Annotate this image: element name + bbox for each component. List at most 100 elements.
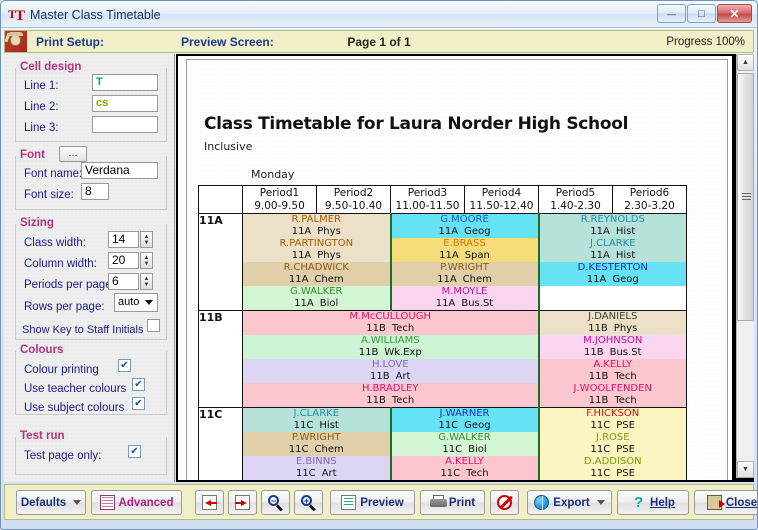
font-name-input[interactable]: Verdana xyxy=(81,162,158,179)
lesson-cell: J.WARNER 11C Geog xyxy=(391,408,538,432)
lesson-block: G.MOORE 11A Geog E.BRASS 11A Span P.WRIGHT 11A C… xyxy=(389,213,539,311)
period-time: 9.00-9.50 xyxy=(254,199,305,212)
defaults-button[interactable]: Defaults xyxy=(16,490,86,515)
class-width-stepper[interactable]: ▲ ▼ xyxy=(140,231,153,248)
font-browse-button[interactable]: ... xyxy=(59,146,87,162)
test-page-only-label: Test page only: xyxy=(24,450,102,462)
close-window-button[interactable]: ✕ xyxy=(717,4,752,23)
lesson-cell: E.BINNS 11C Art xyxy=(243,456,390,480)
previous-page-button[interactable] xyxy=(195,490,224,515)
periods-per-page-stepper[interactable]: ▲ ▼ xyxy=(140,273,153,290)
class-subject: 11B Tech xyxy=(366,322,415,334)
lesson-block: J.DANIELS 11B Phys M.JOHNSON 11B Bus.St A.KELL… xyxy=(537,310,687,408)
subject-name: Geog xyxy=(612,273,639,285)
lesson-cell: R.PALMER 11A Phys xyxy=(243,214,390,238)
subject-name: Tech xyxy=(466,467,489,479)
close-label: Close xyxy=(725,496,758,509)
line1-input[interactable]: T xyxy=(92,74,158,91)
cancel-button[interactable] xyxy=(490,490,519,515)
lesson-cell: G.WALKER 11C Biol xyxy=(391,432,538,456)
teacher-name: E.BRASS xyxy=(443,238,486,249)
subject-name: Phys xyxy=(317,225,341,237)
scrollbar-thumb[interactable] xyxy=(737,73,754,321)
page-title: Class Timetable for Laura Norder High Sc… xyxy=(204,114,629,134)
table-row: 11C J.CLARKE 11C Hist P.WRIGHT 11C Chem E.BINNS… xyxy=(198,407,687,480)
zoom-out-button[interactable]: − xyxy=(261,490,290,515)
header-bar: Print Setup: Preview Screen: Page 1 of 1… xyxy=(4,30,754,53)
subject-name: Phys xyxy=(613,322,638,334)
preview-viewport[interactable]: Class Timetable for Laura Norder High Sc… xyxy=(178,56,732,480)
use-teacher-colours-checkbox[interactable]: ✔ xyxy=(132,378,145,391)
subject-name: Hist xyxy=(615,249,636,261)
timetable-corner-cell xyxy=(198,185,243,214)
teacher-name: E.BINNS xyxy=(295,456,337,467)
minimize-button[interactable]: — xyxy=(657,4,686,23)
lesson-cell: M.MOYLE 11A Bus.St xyxy=(391,286,538,310)
scroll-down-button[interactable]: ▼ xyxy=(737,461,754,478)
lesson-cell: J.WOOLFENDEN 11B Tech xyxy=(539,383,686,407)
class-subject: 11B Art xyxy=(370,370,411,382)
arrow-left-icon xyxy=(202,495,217,510)
lesson-cell: M.McCULLOUGH 11B Tech xyxy=(243,311,538,335)
printer-icon xyxy=(429,495,447,510)
teacher-name: R.CHADWICK xyxy=(283,262,349,273)
line3-input[interactable] xyxy=(92,116,158,133)
rows-per-page-select[interactable]: auto xyxy=(114,293,158,312)
class-subject: 11A Hist xyxy=(590,249,636,261)
advanced-doc-icon xyxy=(99,495,115,510)
periods-per-page-input[interactable]: 6 xyxy=(108,273,139,290)
maximize-button[interactable]: □ xyxy=(687,4,716,23)
class-subject: 11B Tech xyxy=(588,394,637,406)
help-button[interactable]: ? Help xyxy=(617,490,689,515)
class-subject: 11A Geog xyxy=(438,225,491,237)
chevron-down-icon xyxy=(596,500,605,505)
scroll-up-button[interactable]: ▲ xyxy=(737,54,754,71)
advanced-button[interactable]: Advanced xyxy=(91,490,182,515)
column-width-stepper[interactable]: ▲ ▼ xyxy=(140,252,153,269)
show-key-label: Show Key to Staff Initials xyxy=(22,324,144,336)
class-subject: 11A Geog xyxy=(586,273,639,285)
print-button[interactable]: Print xyxy=(420,490,485,515)
teacher-name: R.PALMER xyxy=(291,214,341,225)
test-page-only-checkbox[interactable]: ✔ xyxy=(128,445,141,458)
question-mark-icon: ? xyxy=(633,494,644,511)
class-subject: 11C Hist xyxy=(293,419,339,431)
preview-button[interactable]: Preview xyxy=(330,490,415,515)
lesson-block: M.McCULLOUGH 11B Tech A.WILLIAMS 11B Wk.Exp H.… xyxy=(242,310,539,408)
next-page-button[interactable] xyxy=(228,490,257,515)
printed-page: Class Timetable for Laura Norder High Sc… xyxy=(186,59,728,480)
rows-per-page-value: auto xyxy=(118,296,140,308)
title-bar: TT Master Class Timetable — □ ✕ xyxy=(1,1,757,28)
colour-printing-checkbox[interactable]: ✔ xyxy=(118,359,131,372)
class-width-input[interactable]: 14 xyxy=(108,231,139,248)
close-button[interactable]: Close xyxy=(694,490,758,515)
chevron-down-icon xyxy=(73,500,82,505)
teacher-name: H.BRADLEY xyxy=(362,383,419,394)
font-name-label: Font name: xyxy=(24,168,83,180)
page-indicator: Page 1 of 1 xyxy=(347,34,411,49)
font-size-input[interactable]: 8 xyxy=(81,183,109,200)
teacher-name: G.MOORE xyxy=(440,214,489,225)
teacher-name: P.WRIGHT xyxy=(291,432,341,443)
colour-printing-label: Colour printing xyxy=(24,364,99,376)
tt-logo-icon: TT xyxy=(8,7,25,24)
period-time: 11.00-11.50 xyxy=(395,199,460,212)
class-subject: 11C Art xyxy=(295,467,337,479)
lesson-cell: F.HICKSON 11C PSE xyxy=(539,408,686,432)
lesson-cell: P.WRIGHT 11C Chem xyxy=(243,432,390,456)
teacher-name: H.LOVE xyxy=(371,359,409,370)
period-header-5: Period5 1.40-2.30 xyxy=(538,185,613,214)
globe-icon xyxy=(534,495,550,512)
zoom-in-button[interactable]: + xyxy=(294,490,323,515)
class-name-cell: 11B xyxy=(198,310,243,408)
column-width-input[interactable]: 20 xyxy=(108,252,139,269)
lesson-cell: E.BRASS 11A Span xyxy=(391,238,538,262)
print-setup-panel: Cell design Line 1: T Line 2: cs Line 3:… xyxy=(4,54,175,482)
lesson-cell xyxy=(539,286,686,310)
use-teacher-colours-label: Use teacher colours xyxy=(24,383,127,395)
export-button[interactable]: Export xyxy=(527,490,612,515)
show-key-checkbox[interactable]: ✔ xyxy=(147,319,160,332)
line2-input[interactable]: cs xyxy=(92,95,158,112)
preview-vertical-scrollbar[interactable]: ▲ ▼ xyxy=(736,54,754,478)
use-subject-colours-checkbox[interactable]: ✔ xyxy=(132,397,145,410)
